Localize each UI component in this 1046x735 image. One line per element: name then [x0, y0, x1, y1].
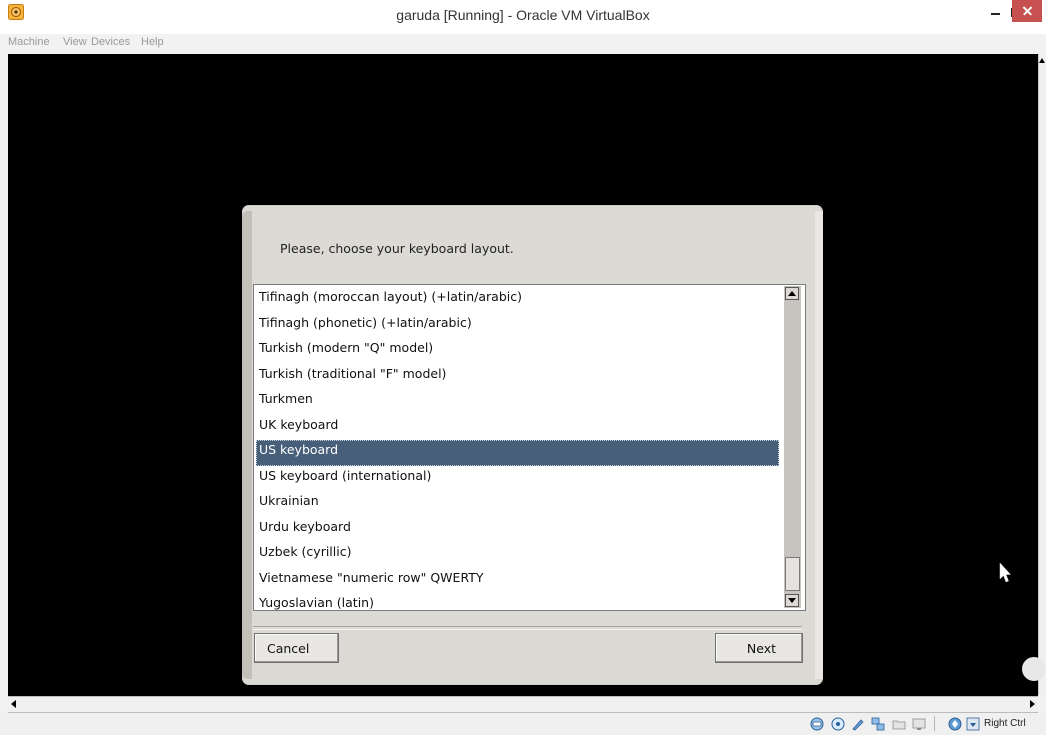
- scroll-up-arrow-icon[interactable]: [785, 287, 799, 300]
- list-item-selected[interactable]: US keyboard: [256, 440, 779, 466]
- menu-bar: Machine View Devices Help: [0, 35, 1046, 52]
- menu-view[interactable]: View: [63, 36, 87, 48]
- hard-disk-icon[interactable]: [810, 716, 824, 731]
- window-title-bar: garuda [Running] - Oracle VM VirtualBox: [0, 0, 1046, 34]
- dialog-prompt: Please, choose your keyboard layout.: [280, 241, 514, 256]
- list-item[interactable]: US keyboard (international): [256, 466, 779, 492]
- corner-circle: [1022, 657, 1046, 681]
- minimize-button[interactable]: [982, 2, 1008, 22]
- list-item[interactable]: UK keyboard: [256, 415, 779, 441]
- next-button[interactable]: Next: [715, 633, 803, 663]
- dialog-right-edge: [815, 211, 823, 679]
- list-item[interactable]: Turkish (traditional "F" model): [256, 364, 779, 390]
- scrollbar-thumb[interactable]: [785, 557, 800, 591]
- keyboard-icon[interactable]: [966, 716, 980, 731]
- scroll-left-arrow-icon[interactable]: [11, 700, 16, 708]
- layout-list-rows: Tifinagh (moroccan layout) (+latin/arabi…: [256, 287, 779, 610]
- list-scrollbar[interactable]: [784, 286, 801, 608]
- scroll-up-arrow-icon[interactable]: [1039, 58, 1045, 63]
- scroll-right-arrow-icon[interactable]: [1030, 700, 1035, 708]
- close-button[interactable]: [1012, 0, 1042, 22]
- status-divider: [934, 716, 935, 731]
- window-title: garuda [Running] - Oracle VM VirtualBox: [396, 7, 650, 23]
- mouse-integration-icon[interactable]: [948, 716, 962, 731]
- list-item[interactable]: Tifinagh (phonetic) (+latin/arabic): [256, 313, 779, 339]
- horizontal-scrollbar[interactable]: [8, 696, 1038, 713]
- keyboard-layout-dialog: Please, choose your keyboard layout. Tif…: [242, 205, 823, 685]
- list-item[interactable]: Turkmen: [256, 389, 779, 415]
- dialog-separator: [253, 626, 802, 630]
- keyboard-layout-list[interactable]: Tifinagh (moroccan layout) (+latin/arabi…: [253, 284, 806, 611]
- list-item[interactable]: Ukrainian: [256, 491, 779, 517]
- vertical-scrollbar[interactable]: [1038, 54, 1046, 695]
- list-item[interactable]: Urdu keyboard: [256, 517, 779, 543]
- list-item[interactable]: Tifinagh (moroccan layout) (+latin/arabi…: [256, 287, 779, 313]
- list-item[interactable]: Uzbek (cyrillic): [256, 542, 779, 568]
- scroll-down-arrow-icon[interactable]: [785, 594, 799, 607]
- cancel-button[interactable]: Cancel: [254, 633, 339, 663]
- menu-machine[interactable]: Machine: [8, 36, 50, 48]
- display-icon[interactable]: [912, 716, 926, 730]
- optical-drive-icon[interactable]: [831, 716, 845, 731]
- shared-folders-icon[interactable]: [892, 716, 906, 730]
- audio-icon[interactable]: [851, 716, 865, 731]
- list-item[interactable]: Vietnamese "numeric row" QWERTY: [256, 568, 779, 594]
- host-key-label: Right Ctrl: [984, 718, 1026, 729]
- mouse-pointer-icon: [999, 562, 1012, 588]
- menu-devices[interactable]: Devices: [91, 36, 130, 48]
- status-bar: Right Ctrl: [0, 713, 1046, 735]
- menu-help[interactable]: Help: [141, 36, 164, 48]
- dialog-left-edge: [242, 211, 252, 679]
- network-icon[interactable]: [871, 716, 885, 731]
- list-item[interactable]: Yugoslavian (latin): [256, 593, 779, 610]
- list-item[interactable]: Turkish (modern "Q" model): [256, 338, 779, 364]
